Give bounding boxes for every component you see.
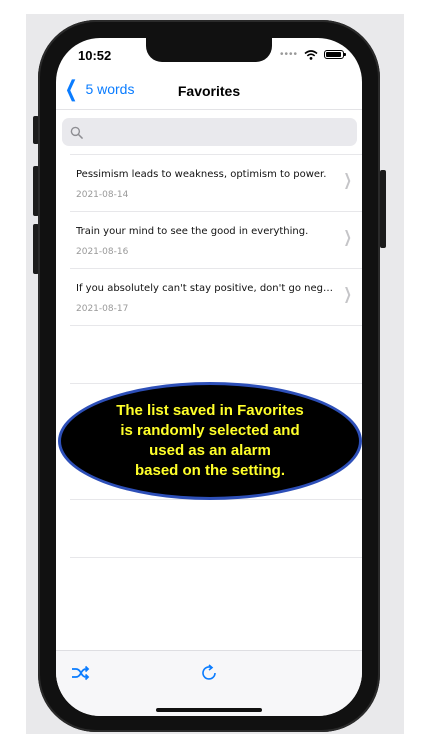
search-input[interactable] xyxy=(89,124,343,140)
quote-date: 2021-08-16 xyxy=(76,247,129,257)
phone-screen: 10:52 •••• ❮ 5 words Favorites Pessimism… xyxy=(56,38,362,716)
empty-row xyxy=(70,325,362,383)
callout-line: The list saved in Favorites xyxy=(116,402,304,419)
callout-line: is randomly selected and xyxy=(120,422,300,439)
refresh-icon[interactable] xyxy=(198,662,220,684)
feature-callout: The list saved in Favorites is randomly … xyxy=(58,382,362,500)
quote-text: Pessimism leads to weakness, optimism to… xyxy=(76,169,327,180)
list-item[interactable]: Pessimism leads to weakness, optimism to… xyxy=(70,154,362,211)
quote-date: 2021-08-17 xyxy=(76,304,129,314)
chevron-right-icon: ❯ xyxy=(343,229,352,246)
quote-date: 2021-08-14 xyxy=(76,190,129,200)
empty-row xyxy=(70,499,362,557)
battery-icon xyxy=(324,50,346,59)
bottom-toolbar xyxy=(56,650,362,716)
nav-divider xyxy=(56,109,362,110)
quote-text: If you absolutely can't stay positive, d… xyxy=(76,283,338,294)
empty-row xyxy=(70,557,362,615)
shuffle-icon[interactable] xyxy=(70,663,90,683)
wifi-icon xyxy=(304,49,318,60)
notch xyxy=(146,38,272,62)
status-icons: •••• xyxy=(279,49,346,60)
search-bar[interactable] xyxy=(62,118,357,146)
chevron-right-icon: ❯ xyxy=(343,286,352,303)
magnifier-icon xyxy=(70,126,83,139)
chevron-right-icon: ❯ xyxy=(343,172,352,189)
side-button-power xyxy=(380,170,386,248)
quote-text: Train your mind to see the good in every… xyxy=(76,226,309,237)
status-time: 10:52 xyxy=(78,48,112,63)
callout-line: based on the setting. xyxy=(134,462,285,479)
navigation-bar: ❮ 5 words Favorites xyxy=(56,76,362,108)
callout-line: used as an alarm xyxy=(149,442,271,459)
page-title: Favorites xyxy=(177,83,241,99)
list-item[interactable]: Train your mind to see the good in every… xyxy=(70,211,362,268)
cellular-signal-icon: •••• xyxy=(279,49,298,60)
home-indicator xyxy=(156,708,262,712)
list-item[interactable]: If you absolutely can't stay positive, d… xyxy=(70,268,362,325)
